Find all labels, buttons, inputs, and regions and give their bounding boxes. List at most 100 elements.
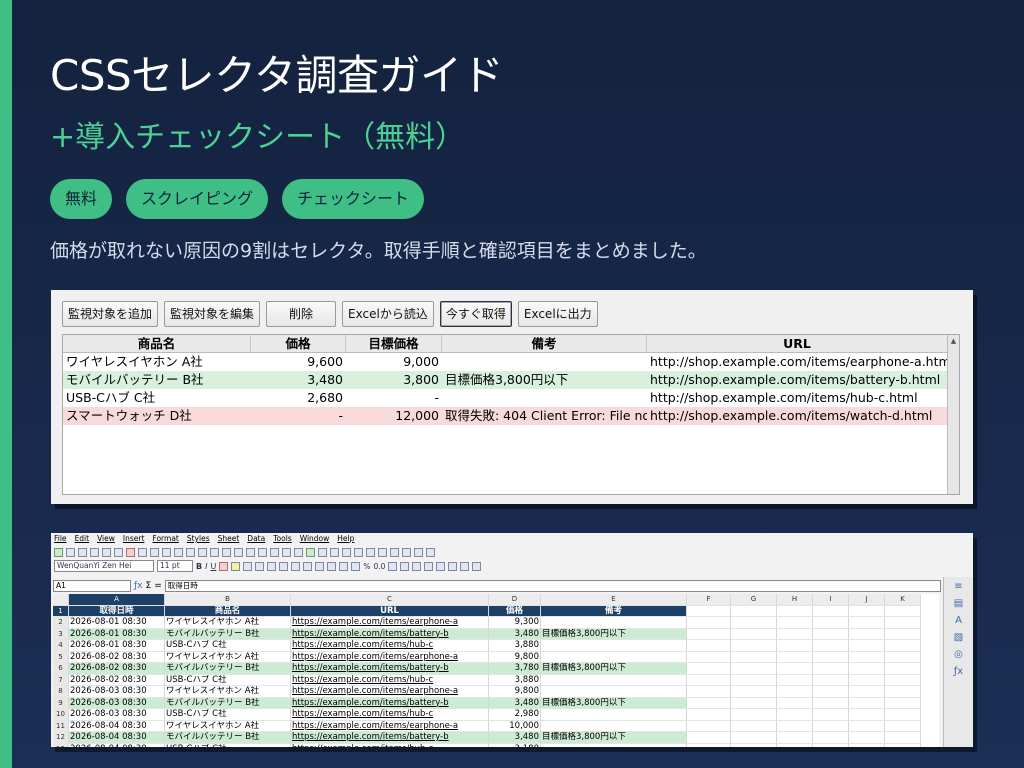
row-header[interactable]: 9 — [53, 697, 69, 709]
cell-name[interactable]: モバイルバッテリー B社 — [165, 663, 291, 675]
add-target-button[interactable]: 監視対象を追加 — [62, 301, 159, 327]
cell-name[interactable]: USB-Cハブ C社 — [165, 709, 291, 721]
sort-desc-icon[interactable] — [282, 547, 291, 557]
fetch-now-button[interactable]: 今すぐ取得 — [439, 301, 512, 327]
gallery-icon[interactable]: ▧ — [954, 632, 963, 643]
cell-date[interactable]: 2026-08-01 08:30 — [69, 640, 165, 652]
cell-url[interactable]: https://example.com/items/battery-b — [291, 697, 489, 709]
cell-note[interactable] — [541, 709, 687, 721]
currency-icon[interactable] — [351, 561, 361, 571]
cell-empty[interactable] — [849, 720, 885, 732]
column-header[interactable]: C — [291, 594, 489, 606]
cell-name[interactable]: モバイルバッテリー B社 — [165, 697, 291, 709]
cell-empty[interactable] — [813, 674, 849, 686]
cell-price[interactable]: 9,800 — [489, 651, 541, 663]
align-middle-icon[interactable] — [303, 561, 313, 571]
col-header-name[interactable]: 商品名 — [63, 335, 251, 352]
select-all-corner[interactable] — [53, 594, 69, 606]
cell-empty[interactable] — [687, 640, 731, 652]
cell-empty[interactable] — [687, 617, 731, 629]
function-wizard-icon[interactable]: ƒx — [134, 581, 143, 591]
clone-icon[interactable] — [162, 547, 171, 557]
column-header[interactable]: D — [489, 594, 541, 606]
cell-url[interactable]: https://example.com/items/battery-b — [291, 663, 489, 675]
cell-date[interactable]: 2026-08-01 08:30 — [69, 628, 165, 640]
menu-item[interactable]: Data — [247, 533, 265, 545]
cell-empty[interactable] — [687, 605, 731, 617]
cell-note[interactable]: 目標価格3,800円以下 — [541, 628, 687, 640]
cell-empty[interactable] — [687, 651, 731, 663]
menu-item[interactable]: File — [54, 533, 67, 545]
hyperlink-icon[interactable] — [354, 547, 363, 557]
bold-icon[interactable]: B — [196, 562, 202, 571]
cell-empty[interactable] — [849, 628, 885, 640]
cell-empty[interactable] — [885, 640, 921, 652]
cell-empty[interactable] — [885, 605, 921, 617]
cell-name[interactable]: ワイヤレスイヤホン A社 — [165, 617, 291, 629]
vertical-scrollbar[interactable]: ▲ — [947, 335, 959, 494]
borders-icon[interactable] — [436, 561, 446, 571]
copy-icon[interactable] — [138, 547, 147, 557]
cell-empty[interactable] — [731, 605, 777, 617]
cell-empty[interactable] — [777, 605, 813, 617]
cell-url[interactable]: https://example.com/items/earphone-a — [291, 651, 489, 663]
redo-icon[interactable] — [198, 547, 207, 557]
menu-item[interactable]: Help — [337, 533, 354, 545]
cell-url[interactable]: https://example.com/items/earphone-a — [291, 617, 489, 629]
cell-empty[interactable] — [849, 697, 885, 709]
align-top-icon[interactable] — [291, 561, 301, 571]
export-excel-button[interactable]: Excelに出力 — [517, 301, 598, 327]
show-draw-icon[interactable] — [426, 547, 435, 557]
cell-empty[interactable] — [885, 720, 921, 732]
indent-increase-icon[interactable] — [412, 561, 422, 571]
row-header[interactable]: 2 — [53, 617, 69, 629]
cell-name[interactable]: ワイヤレスイヤホン A社 — [165, 651, 291, 663]
styles-icon[interactable]: A — [955, 615, 962, 626]
define-print-area-icon[interactable] — [390, 547, 399, 557]
cell-date[interactable]: 2026-08-02 08:30 — [69, 674, 165, 686]
cell-empty[interactable] — [813, 743, 849, 747]
cell-empty[interactable] — [687, 743, 731, 747]
menu-item[interactable]: Insert — [123, 533, 145, 545]
italic-icon[interactable]: I — [205, 562, 207, 571]
cell-empty[interactable] — [813, 720, 849, 732]
cell-name[interactable]: USB-Cハブ C社 — [165, 674, 291, 686]
cell-empty[interactable] — [731, 720, 777, 732]
cell-empty[interactable] — [849, 674, 885, 686]
cell-empty[interactable] — [813, 640, 849, 652]
cell-empty[interactable] — [687, 709, 731, 721]
cell-empty[interactable] — [885, 617, 921, 629]
cell-name[interactable]: モバイルバッテリー B社 — [165, 628, 291, 640]
row-header[interactable]: 8 — [53, 686, 69, 698]
delete-button[interactable]: 削除 — [266, 301, 337, 327]
header-footer-icon[interactable] — [378, 547, 387, 557]
cell-empty[interactable] — [885, 628, 921, 640]
edit-target-button[interactable]: 監視対象を編集 — [164, 301, 261, 327]
align-bottom-icon[interactable] — [315, 561, 325, 571]
font-name-box[interactable]: WenQuanYi Zen Hei — [54, 560, 154, 572]
column-header[interactable]: B — [165, 594, 291, 606]
cell-price[interactable]: 9,300 — [489, 617, 541, 629]
cell-empty[interactable] — [813, 732, 849, 744]
functions-icon[interactable]: ƒx — [954, 666, 963, 677]
properties-icon[interactable]: ▤ — [954, 598, 963, 609]
spelling-icon[interactable] — [222, 547, 231, 557]
column-header[interactable]: K — [885, 594, 921, 606]
cell-name[interactable]: モバイルバッテリー B社 — [165, 732, 291, 744]
row-header[interactable]: 6 — [53, 663, 69, 675]
table-row[interactable]: モバイルバッテリー B社 3,480 3,800 目標価格3,800円以下 http:/… — [63, 371, 959, 389]
menu-item[interactable]: View — [97, 533, 115, 545]
cell-empty[interactable] — [777, 651, 813, 663]
scroll-up-icon[interactable]: ▲ — [948, 335, 959, 347]
cell-name[interactable]: ワイヤレスイヤホン A社 — [165, 686, 291, 698]
cell-price[interactable]: 3,480 — [489, 628, 541, 640]
cell-empty[interactable] — [813, 663, 849, 675]
find-icon[interactable] — [210, 547, 219, 557]
cell-note[interactable]: 目標価格3,800円以下 — [541, 663, 687, 675]
pivot-icon[interactable] — [330, 547, 339, 557]
column-header[interactable]: G — [731, 594, 777, 606]
cell-empty[interactable] — [849, 732, 885, 744]
menu-icon[interactable]: ≡ — [954, 581, 962, 592]
cell-date[interactable]: 2026-08-04 08:30 — [69, 743, 165, 747]
cell-header[interactable]: 商品名 — [165, 605, 291, 617]
